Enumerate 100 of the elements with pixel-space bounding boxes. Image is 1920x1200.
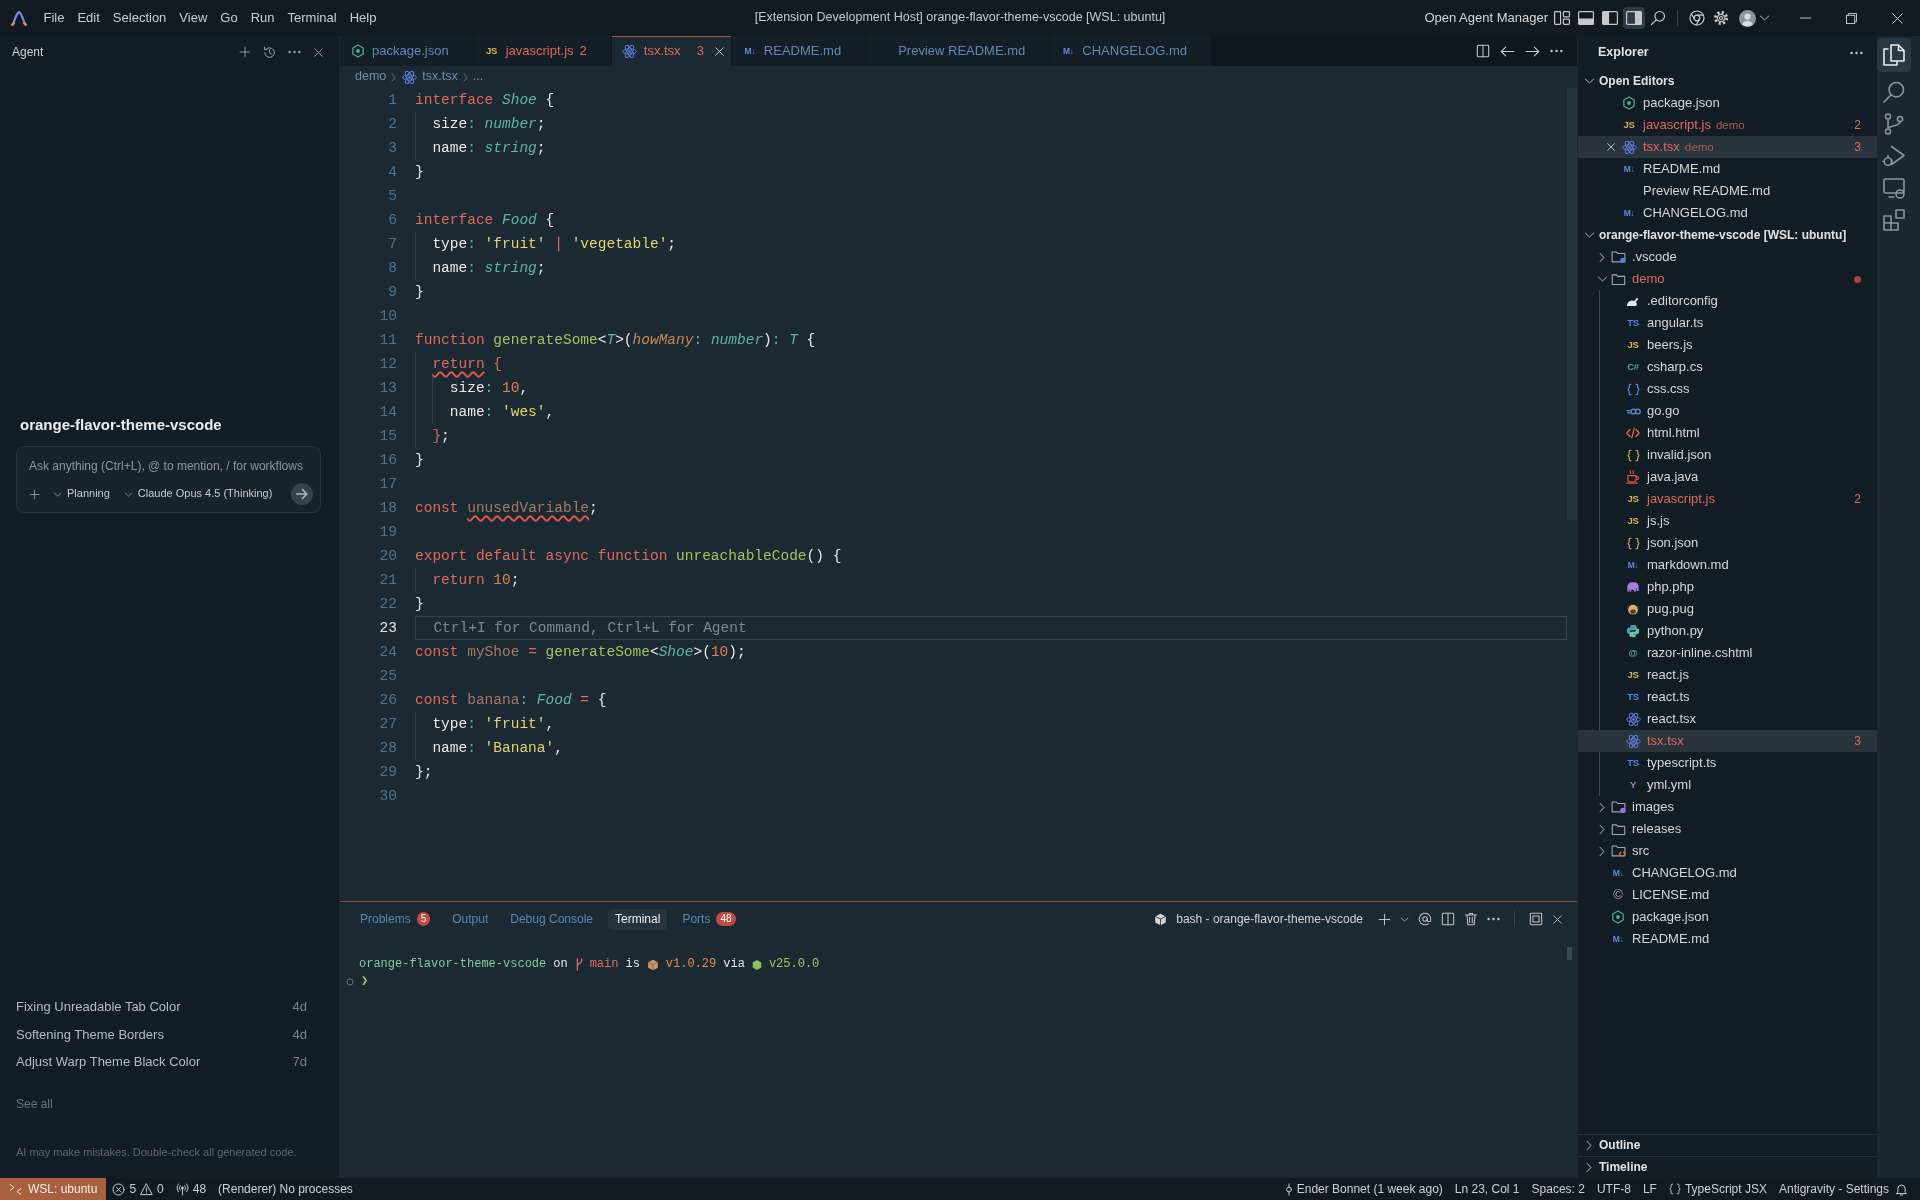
trash-icon[interactable] bbox=[1464, 912, 1478, 926]
menu-item[interactable]: Go bbox=[213, 6, 245, 30]
tree-item[interactable]: package.json bbox=[1578, 906, 1877, 928]
terminal-name[interactable]: bash - orange-flavor-theme-vscode bbox=[1176, 911, 1363, 927]
status-item[interactable]: Ender Bonnet (1 week ago) bbox=[1278, 1178, 1449, 1200]
menu-item[interactable]: Terminal bbox=[281, 6, 344, 30]
tree-item[interactable]: Y yml.yml bbox=[1578, 774, 1877, 796]
tree-item[interactable]: pug.pug bbox=[1578, 598, 1877, 620]
section-header[interactable]: Outline bbox=[1578, 1134, 1877, 1156]
sidebar-right-icon[interactable] bbox=[1623, 7, 1645, 29]
tree-item[interactable]: css.css bbox=[1578, 378, 1877, 400]
status-item[interactable]: LF bbox=[1636, 1178, 1663, 1200]
tree-item[interactable]: react.tsx bbox=[1578, 708, 1877, 730]
tree-item[interactable]: JS js.js bbox=[1578, 510, 1877, 532]
chat-input[interactable]: Ask anything (Ctrl+L), @ to mention, / for workflows bbox=[29, 455, 313, 477]
menu-item[interactable]: Run bbox=[244, 6, 281, 30]
editor-tab[interactable]: Preview README.md bbox=[866, 36, 1051, 66]
tree-item[interactable]: TS typescript.ts bbox=[1578, 752, 1877, 774]
panel-tab[interactable]: Output bbox=[445, 908, 496, 930]
editor-tab[interactable]: M↓ CHANGELOG.md bbox=[1050, 36, 1213, 66]
arrow-right-icon[interactable] bbox=[1525, 45, 1540, 57]
panel-tab[interactable]: Ports 48 bbox=[675, 908, 743, 930]
maximize-icon[interactable] bbox=[1529, 912, 1543, 926]
status-item[interactable]: (Renderer) No processes bbox=[212, 1178, 359, 1200]
menu-item[interactable]: View bbox=[172, 6, 214, 30]
at-sign-icon[interactable] bbox=[1418, 912, 1432, 926]
breadcrumb-item[interactable]: tsx.tsx bbox=[422, 69, 458, 85]
arrow-left-icon[interactable] bbox=[1500, 45, 1515, 57]
open-editor-item[interactable]: M↓ CHANGELOG.md bbox=[1578, 202, 1877, 224]
panel-tab[interactable]: Terminal bbox=[608, 908, 668, 930]
chevron-down-icon[interactable] bbox=[1400, 916, 1409, 922]
conversation-item[interactable]: Softening Theme Borders 4d bbox=[16, 1021, 307, 1049]
breadcrumb-item[interactable]: demo bbox=[355, 69, 387, 85]
problems-status[interactable]: 5 0 bbox=[106, 1178, 170, 1200]
files-icon[interactable] bbox=[1877, 38, 1911, 72]
editor-tab[interactable]: M↓ README.md bbox=[731, 36, 867, 66]
blocks-icon[interactable] bbox=[1881, 208, 1906, 232]
conversation-item[interactable]: Adjust Warp Theme Black Color 7d bbox=[16, 1048, 307, 1076]
avatar-icon[interactable] bbox=[1739, 9, 1756, 27]
bell-icon[interactable] bbox=[1895, 1182, 1908, 1196]
tree-item[interactable]: TS angular.ts bbox=[1578, 312, 1877, 334]
open-editor-item[interactable]: M↓ README.md bbox=[1578, 158, 1877, 180]
chevron-down-icon[interactable] bbox=[1759, 15, 1770, 21]
split-view-icon[interactable] bbox=[1441, 912, 1455, 926]
close-icon[interactable] bbox=[713, 45, 725, 57]
tree-item[interactable]: M↓ markdown.md bbox=[1578, 554, 1877, 576]
scrollbar-thumb[interactable] bbox=[1567, 947, 1572, 960]
model-dropdown[interactable]: Claude Opus 4.5 (Thinking) bbox=[123, 487, 273, 501]
play-bug-icon[interactable] bbox=[1881, 144, 1906, 168]
tree-item[interactable]: .vscode bbox=[1578, 246, 1877, 268]
section-header[interactable]: Open Editors bbox=[1578, 70, 1877, 92]
tree-item[interactable]: M↓ README.md bbox=[1578, 928, 1877, 950]
conversation-item[interactable]: Fixing Unreadable Tab Color 4d bbox=[16, 993, 307, 1021]
tree-item[interactable]: images bbox=[1578, 796, 1877, 818]
settings-icon[interactable] bbox=[1713, 10, 1729, 26]
ring-icon[interactable] bbox=[1689, 10, 1705, 26]
search-icon[interactable] bbox=[1650, 10, 1666, 26]
layout-grid-icon[interactable] bbox=[1554, 11, 1570, 25]
ellipsis-icon[interactable] bbox=[1487, 917, 1500, 921]
status-item[interactable]: TypeScript JSX bbox=[1662, 1178, 1773, 1200]
status-item[interactable]: Spaces: 2 bbox=[1525, 1178, 1591, 1200]
tree-item[interactable]: java.java bbox=[1578, 466, 1877, 488]
status-item[interactable]: UTF-8 bbox=[1590, 1178, 1637, 1200]
breadcrumb-item[interactable]: ... bbox=[472, 69, 484, 85]
tree-item[interactable]: M↓ CHANGELOG.md bbox=[1578, 862, 1877, 884]
open-editor-item[interactable]: package.json bbox=[1578, 92, 1877, 114]
open-editor-item[interactable]: JS javascript.js demo 2 bbox=[1578, 114, 1877, 136]
tree-item[interactable]: C# csharp.cs bbox=[1578, 356, 1877, 378]
tree-item[interactable]: src bbox=[1578, 840, 1877, 862]
tree-item[interactable]: tsx.tsx 3 bbox=[1578, 730, 1877, 752]
editor-tab[interactable]: package.json bbox=[340, 36, 474, 66]
close-icon[interactable] bbox=[1552, 913, 1563, 925]
tree-item[interactable]: JS react.js bbox=[1578, 664, 1877, 686]
menu-item[interactable]: File bbox=[37, 6, 71, 30]
arrow-right-icon[interactable] bbox=[291, 483, 313, 505]
section-header[interactable]: orange-flavor-theme-vscode [WSL: ubuntu] bbox=[1578, 224, 1877, 246]
tree-item[interactable]: go.go bbox=[1578, 400, 1877, 422]
tree-item[interactable]: @ razor-inline.cshtml bbox=[1578, 642, 1877, 664]
close-icon[interactable] bbox=[1891, 12, 1903, 24]
ports-status[interactable]: 48 bbox=[169, 1178, 213, 1200]
ellipsis-icon[interactable] bbox=[1850, 51, 1863, 55]
tree-item[interactable]: JS javascript.js 2 bbox=[1578, 488, 1877, 510]
plus-icon[interactable] bbox=[239, 46, 251, 58]
status-item[interactable]: Antigravity - Settings bbox=[1772, 1178, 1895, 1200]
ellipsis-icon[interactable] bbox=[1550, 49, 1563, 53]
agent-manager-button[interactable]: Open Agent Manager bbox=[1424, 9, 1548, 27]
open-editor-item[interactable]: tsx.tsx demo 3 bbox=[1578, 136, 1877, 158]
tree-item[interactable]: © LICENSE.md bbox=[1578, 884, 1877, 906]
plus-icon[interactable] bbox=[1378, 912, 1391, 926]
status-item[interactable]: Ln 23, Col 1 bbox=[1448, 1178, 1526, 1200]
tree-item[interactable]: releases bbox=[1578, 818, 1877, 840]
mode-dropdown[interactable]: Planning bbox=[53, 487, 110, 501]
menu-item[interactable]: Help bbox=[343, 6, 383, 30]
restore-icon[interactable] bbox=[1845, 12, 1857, 24]
composer-field[interactable]: Ask anything (Ctrl+L), @ to mention, / for workflows Planning Claude Opus 4.5 (Thinking) bbox=[16, 446, 321, 513]
see-all-link[interactable]: See all bbox=[16, 1096, 339, 1112]
open-editor-item[interactable]: Preview README.md bbox=[1578, 180, 1877, 202]
tree-item[interactable]: JS beers.js bbox=[1578, 334, 1877, 356]
panel-tab[interactable]: Debug Console bbox=[503, 908, 600, 930]
panel-tab[interactable]: Problems 5 bbox=[353, 908, 438, 930]
